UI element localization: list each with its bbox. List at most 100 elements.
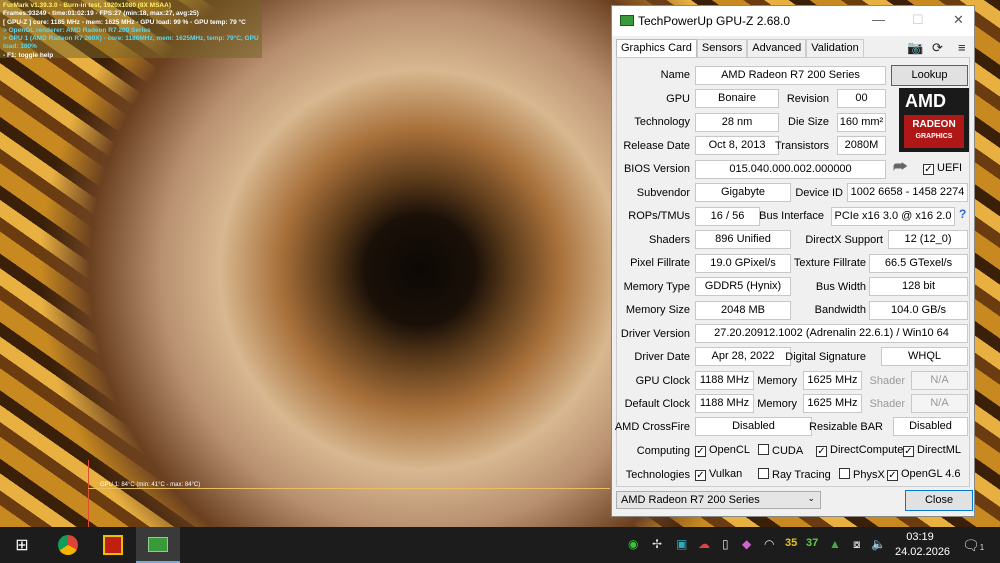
usb-icon[interactable]: ▯ bbox=[722, 537, 729, 551]
camera-icon[interactable]: 📷 bbox=[907, 40, 923, 56]
taskbar-gpuz[interactable] bbox=[136, 527, 180, 563]
computing-checkbox-cuda[interactable]: CUDA bbox=[758, 444, 803, 457]
memory-type-value: GDDR5 (Hynix) bbox=[695, 277, 791, 296]
gpu-value: Bonaire bbox=[695, 89, 779, 108]
fan-icon[interactable]: ✢ bbox=[652, 537, 662, 551]
name-label: Name bbox=[660, 69, 690, 81]
gpu-temp[interactable]: 37 bbox=[806, 537, 818, 549]
checkbox-box bbox=[758, 444, 769, 455]
refresh-icon[interactable]: ⟳ bbox=[932, 40, 943, 56]
computing-checkbox-directcompute[interactable]: ✓ DirectCompute bbox=[816, 444, 903, 457]
shaders-label: Shaders bbox=[649, 234, 690, 246]
clock[interactable]: 03:19 24.02.2026 bbox=[895, 530, 950, 560]
taskbar-chrome[interactable] bbox=[46, 527, 90, 563]
digital-signature-label: Digital Signature bbox=[785, 351, 866, 363]
help-icon[interactable]: ? bbox=[959, 207, 966, 221]
tab-advanced[interactable]: Advanced bbox=[747, 39, 807, 57]
directx-label: DirectX Support bbox=[805, 234, 883, 246]
lookup-button[interactable]: Lookup bbox=[891, 65, 968, 86]
temp-graph-label: GPU 1: 84°C (min: 41°C - max: 84°C) bbox=[100, 482, 201, 488]
directx-value: 12 (12_0) bbox=[888, 230, 968, 249]
bandwidth-value: 104.0 GB/s bbox=[869, 301, 968, 320]
driver-version-value: 27.20.20912.1002 (Adrenalin 22.6.1) / Wi… bbox=[695, 324, 968, 343]
notifications-icon[interactable]: 🗨1 bbox=[962, 537, 984, 554]
driver-date-label: Driver Date bbox=[634, 351, 690, 363]
gpuz-icon bbox=[148, 536, 168, 552]
chevron-down-icon: ⌄ bbox=[807, 493, 815, 503]
menu-icon[interactable]: ≡ bbox=[958, 40, 966, 55]
maximize-button[interactable]: ☐ bbox=[912, 12, 924, 28]
release-date-value: Oct 8, 2013 bbox=[695, 136, 779, 155]
pixel-fillrate-value: 19.0 GPixel/s bbox=[695, 254, 791, 273]
camera-tray-icon[interactable]: ⧇ bbox=[853, 537, 861, 552]
title-bar[interactable]: TechPowerUp GPU-Z 2.68.0 — ☐ ✕ bbox=[612, 6, 974, 36]
technology-label: Technology bbox=[634, 116, 690, 128]
technology-value: 28 nm bbox=[695, 113, 779, 132]
bus-width-label: Bus Width bbox=[815, 281, 866, 293]
checkbox-box bbox=[839, 468, 850, 479]
gpuz-app-icon bbox=[620, 15, 634, 26]
gpuz-window: TechPowerUp GPU-Z 2.68.0 — ☐ ✕ Graphics … bbox=[611, 5, 975, 517]
windows-icon: ⊞ bbox=[15, 537, 29, 554]
notification-count: 1 bbox=[979, 543, 985, 552]
minimize-button[interactable]: — bbox=[872, 12, 885, 27]
gpu-select-value: AMD Radeon R7 200 Series bbox=[621, 494, 760, 506]
furmark-overlay: FurMark v1.39.3.0 - Burn-in test, 1920x1… bbox=[0, 0, 262, 59]
close-button[interactable]: Close bbox=[905, 490, 973, 511]
graphics-card-panel: Name AMD Radeon R7 200 Series Lookup GPU… bbox=[615, 57, 970, 487]
checkbox-label: DirectCompute bbox=[830, 444, 904, 456]
memory-type-label: Memory Type bbox=[623, 281, 690, 293]
crossfire-value: Disabled bbox=[695, 417, 812, 436]
gpu-clock-label: GPU Clock bbox=[635, 375, 690, 387]
overlay-line: FurMark v1.39.3.0 - Burn-in test, 1920x1… bbox=[3, 2, 171, 9]
tab-sensors[interactable]: Sensors bbox=[696, 39, 748, 57]
checkbox-label: Ray Tracing bbox=[772, 469, 831, 481]
taskbar-furmark[interactable] bbox=[91, 527, 135, 563]
texture-fillrate-label: Texture Fillrate bbox=[793, 257, 866, 269]
furmark-icon bbox=[103, 535, 123, 555]
technology-checkbox-vulkan[interactable]: ✓ Vulkan bbox=[695, 468, 742, 481]
resizable-bar-label: Resizable BAR bbox=[809, 421, 883, 433]
shader-clock-label: Shader bbox=[869, 375, 905, 387]
app-tray-icon[interactable]: ▣ bbox=[676, 537, 687, 551]
default-clock-value: 1188 MHz bbox=[695, 394, 754, 413]
razer-icon[interactable]: ◉ bbox=[628, 537, 638, 551]
time: 03:19 bbox=[906, 531, 934, 543]
tab-validation[interactable]: Validation bbox=[806, 39, 864, 57]
bus-interface-value: PCIe x16 3.0 @ x16 2.0 bbox=[831, 207, 955, 226]
google-drive-icon[interactable]: ▲ bbox=[829, 537, 841, 551]
volume-icon[interactable]: 🔈 bbox=[871, 537, 886, 551]
technology-checkbox-opengl-4-6[interactable]: ✓ OpenGL 4.6 bbox=[887, 468, 961, 481]
die-size-value: 160 mm² bbox=[837, 113, 886, 132]
wifi-icon[interactable]: ◠ bbox=[764, 537, 774, 551]
driver-date-value: Apr 28, 2022 bbox=[695, 347, 791, 366]
checkbox-box bbox=[758, 468, 769, 479]
checkbox-label: Vulkan bbox=[709, 468, 743, 480]
checkbox-label: OpenGL 4.6 bbox=[901, 468, 961, 480]
default-clock-label: Default Clock bbox=[624, 398, 690, 410]
revision-label: Revision bbox=[786, 93, 829, 105]
tab-graphics-card[interactable]: Graphics Card bbox=[616, 39, 697, 57]
default-memory-label: Memory bbox=[757, 398, 797, 410]
bandwidth-label: Bandwidth bbox=[814, 304, 866, 316]
checkbox-label: DirectML bbox=[917, 444, 962, 456]
computing-checkbox-directml[interactable]: ✓ DirectML bbox=[903, 444, 961, 457]
computing-checkbox-opencl[interactable]: ✓ OpenCL bbox=[695, 444, 750, 457]
checkbox-box: ✓ bbox=[903, 446, 914, 457]
cloud-tray-icon[interactable]: ☁ bbox=[698, 537, 710, 551]
technology-checkbox-physx[interactable]: PhysX bbox=[839, 468, 885, 481]
start-button[interactable]: ⊞ bbox=[0, 527, 44, 563]
texture-fillrate-value: 66.5 GTexel/s bbox=[869, 254, 968, 273]
cpu-temp[interactable]: 35 bbox=[785, 537, 797, 549]
close-window-button[interactable]: ✕ bbox=[953, 12, 964, 28]
temp-graph-line bbox=[88, 488, 610, 489]
gpu-select[interactable]: AMD Radeon R7 200 Series ⌄ bbox=[616, 491, 821, 509]
copilot-icon[interactable]: ◆ bbox=[742, 537, 751, 551]
uefi-checkbox[interactable]: ✓ UEFI bbox=[923, 162, 962, 175]
checkbox-label: OpenCL bbox=[709, 444, 750, 456]
checkbox-label: PhysX bbox=[853, 469, 885, 481]
memory-clock-value: 1625 MHz bbox=[803, 371, 862, 390]
share-icon[interactable]: ⮫ bbox=[893, 159, 908, 177]
gpu-clock-value: 1188 MHz bbox=[695, 371, 754, 390]
technology-checkbox-ray-tracing[interactable]: Ray Tracing bbox=[758, 468, 831, 481]
